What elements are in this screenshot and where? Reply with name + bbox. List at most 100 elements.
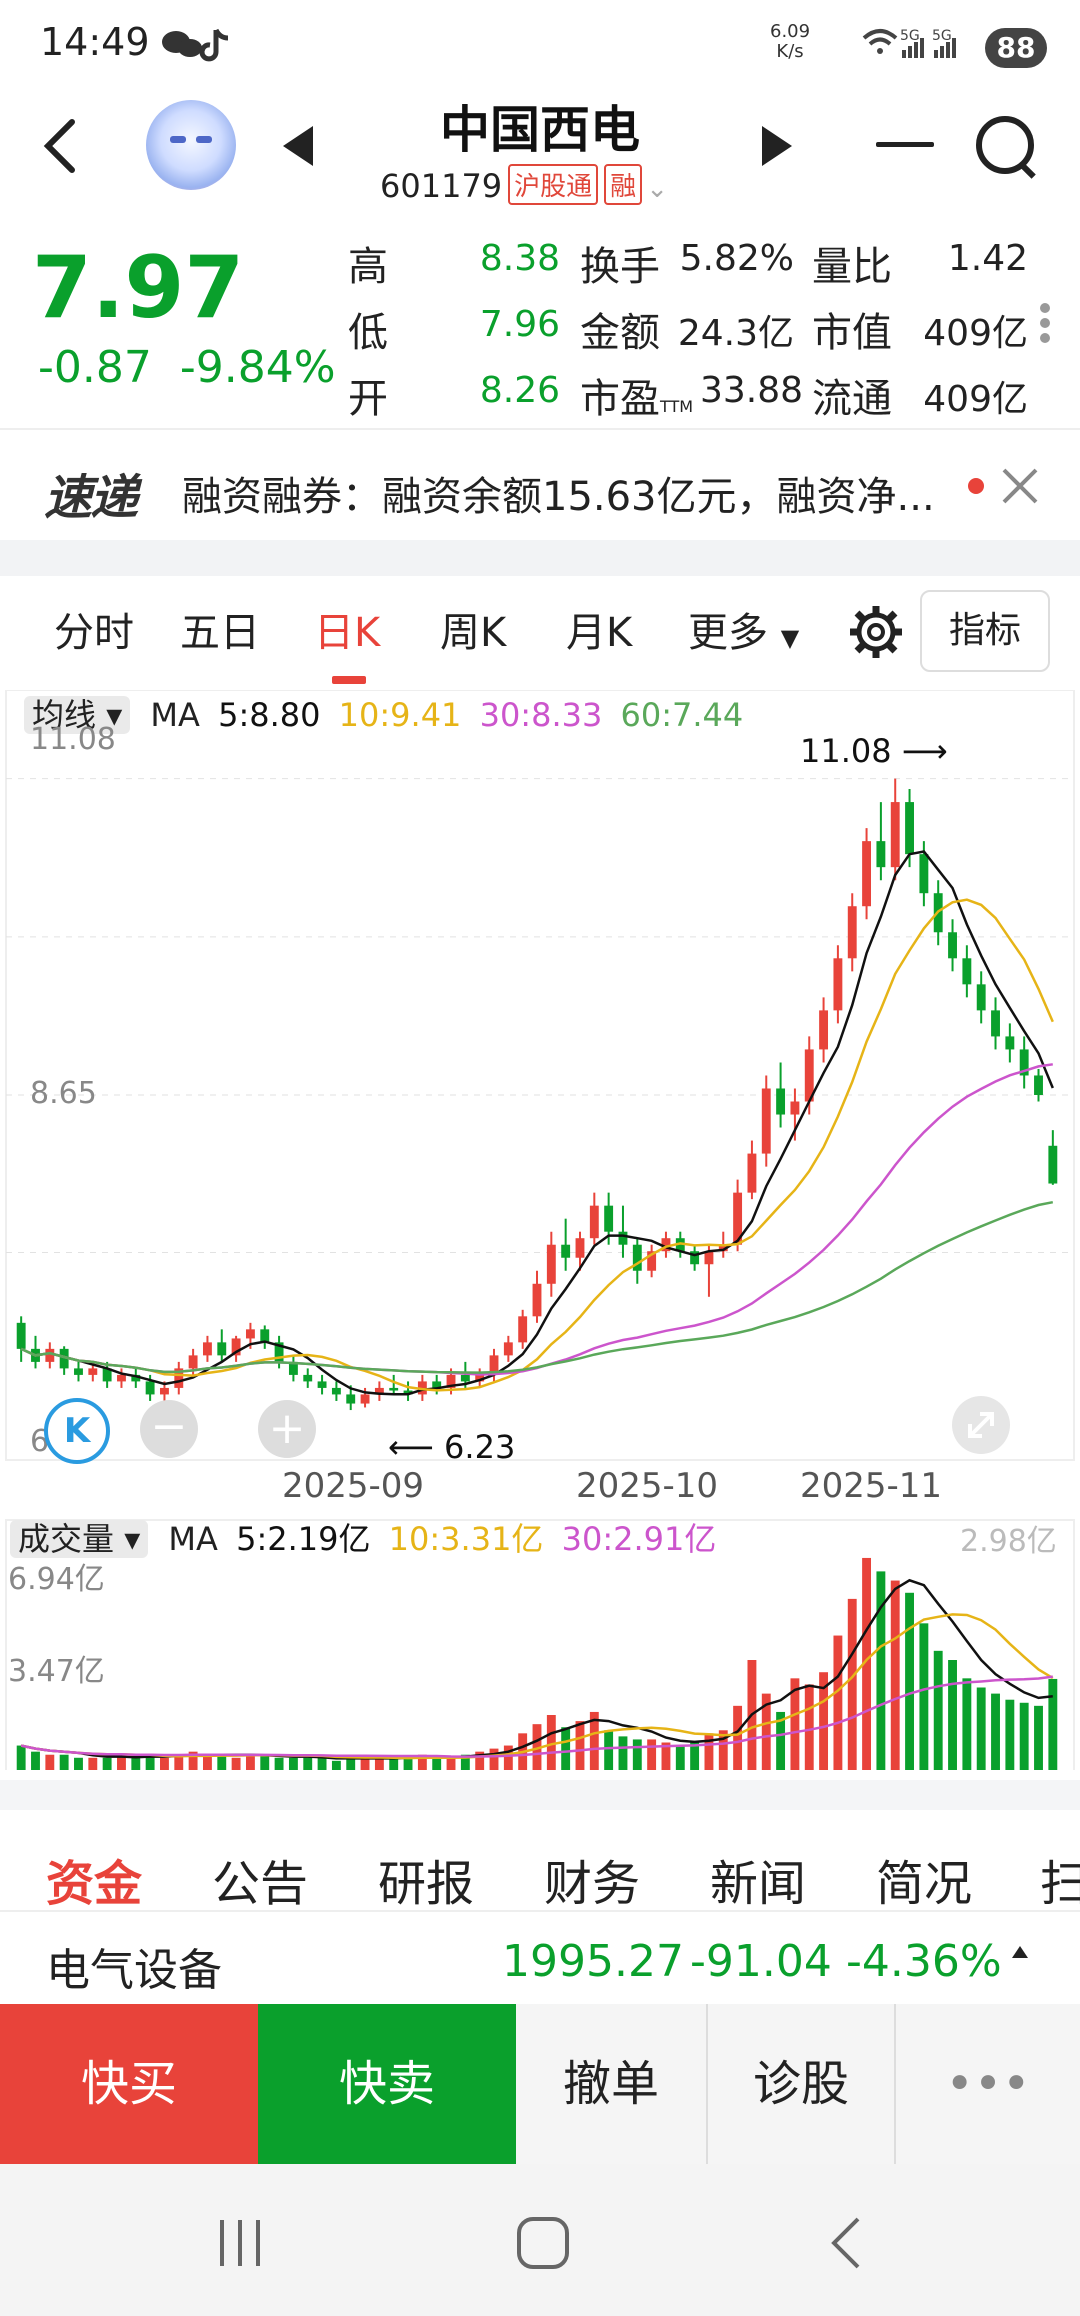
back-nav-icon[interactable]	[828, 2216, 864, 2274]
quote-label: 换手	[580, 244, 660, 290]
caret-down-icon: ▼	[780, 624, 800, 652]
caret-up-icon[interactable]	[1012, 1946, 1028, 1958]
svg-text:5G: 5G	[900, 28, 920, 44]
volume-bar	[948, 1660, 957, 1770]
candle-body	[790, 1101, 800, 1115]
volume-bar	[303, 1757, 313, 1770]
quote-value: 7.96	[479, 304, 560, 345]
gear-icon[interactable]	[848, 604, 904, 664]
wechat-icon	[162, 28, 229, 62]
close-icon[interactable]	[1000, 466, 1040, 506]
divider	[0, 428, 1080, 430]
volume-axis-mid: 3.47亿	[8, 1654, 105, 1689]
candle-body	[561, 1244, 571, 1258]
volume-bar	[331, 1760, 341, 1770]
volume-bar	[847, 1598, 857, 1770]
tab-monthly-k[interactable]: 月K	[566, 600, 632, 658]
tab-profile[interactable]: 简况	[876, 1844, 972, 1914]
volume-bar	[245, 1754, 255, 1770]
tab-funds[interactable]: 资金	[46, 1844, 142, 1914]
volume-bar	[403, 1757, 413, 1770]
minus-icon[interactable]	[876, 142, 934, 147]
volume-bar	[432, 1757, 442, 1770]
candle-body	[460, 1374, 470, 1382]
notification-icons	[160, 24, 240, 72]
candle-body	[546, 1244, 556, 1284]
k-logo-icon[interactable]: K	[44, 1398, 110, 1464]
candle-body	[217, 1342, 227, 1356]
volume-bar	[1005, 1699, 1015, 1770]
recent-apps-icon[interactable]	[216, 2218, 266, 2272]
sector-change: -91.04	[690, 1936, 832, 1987]
quick-buy-button[interactable]: 快买	[0, 2004, 258, 2164]
candle-body	[317, 1381, 327, 1388]
zoom-in-icon[interactable]: +	[258, 1400, 316, 1458]
tab-more-cut[interactable]: 扫	[1040, 1844, 1080, 1914]
fullscreen-icon[interactable]	[952, 1396, 1010, 1454]
volume-bar	[833, 1635, 843, 1770]
candle-body	[604, 1205, 614, 1232]
home-icon[interactable]	[516, 2216, 570, 2274]
volume-bar	[618, 1736, 628, 1770]
volume-bar	[905, 1592, 914, 1770]
more-actions-button[interactable]: •••	[896, 2004, 1080, 2164]
volume-bar	[890, 1580, 900, 1770]
volume-bar	[317, 1757, 327, 1770]
active-tab-indicator	[332, 676, 366, 684]
candle-body	[346, 1394, 356, 1404]
chevron-down-icon[interactable]: ⌄	[646, 174, 668, 204]
volume-axis-high: 6.94亿	[8, 1562, 105, 1597]
volume-selector[interactable]: 成交量 ▾	[10, 1520, 149, 1558]
volume-bar	[288, 1757, 298, 1770]
volume-bar	[274, 1757, 284, 1770]
candle-body	[847, 906, 857, 959]
volume-bar	[919, 1623, 929, 1770]
quick-sell-button[interactable]: 快卖	[258, 2004, 516, 2164]
candle-body	[862, 841, 872, 907]
wifi-signal-icon: 5G 5G	[862, 28, 956, 58]
kline-chart[interactable]	[0, 690, 1080, 1770]
candle-body	[747, 1153, 757, 1193]
network-speed: 6.09 K/s	[770, 21, 811, 62]
candle-body	[145, 1381, 155, 1395]
tab-announcements[interactable]: 公告	[212, 1844, 308, 1914]
candle-body	[303, 1374, 313, 1382]
quote-value: 8.26	[479, 370, 560, 411]
zoom-out-icon[interactable]: −	[140, 1400, 198, 1458]
tab-five-day[interactable]: 五日	[180, 600, 260, 658]
tab-daily-k[interactable]: 日K	[314, 600, 380, 658]
tab-more[interactable]: 更多 ▼	[688, 600, 799, 658]
volume-bar	[1048, 1678, 1058, 1770]
candle-body	[1005, 1036, 1015, 1050]
volume-bar	[1019, 1702, 1029, 1770]
battery-indicator: 88	[985, 28, 1047, 68]
indicator-button[interactable]: 指标	[920, 590, 1050, 672]
quote-value: 24.3亿	[677, 313, 794, 354]
cancel-order-button[interactable]: 撤单	[516, 2004, 706, 2164]
candle-body	[202, 1342, 212, 1356]
next-stock-arrow-icon[interactable]	[762, 126, 792, 166]
stock-code: 601179	[380, 167, 503, 205]
candle-body	[819, 1010, 829, 1050]
volume-bar	[31, 1751, 40, 1770]
quote-value: 5.82%	[679, 238, 794, 279]
tab-intraday[interactable]: 分时	[54, 600, 134, 658]
sector-change-pct: -4.36%	[846, 1936, 1002, 1987]
more-vertical-icon[interactable]	[1040, 298, 1050, 348]
volume-bar	[217, 1754, 227, 1770]
tab-news[interactable]: 新闻	[710, 1844, 806, 1914]
tab-weekly-k[interactable]: 周K	[440, 600, 506, 658]
candle-body	[117, 1374, 126, 1382]
candle-body	[1048, 1145, 1058, 1184]
candle-body	[618, 1231, 628, 1245]
candle-body	[589, 1205, 599, 1239]
diagnose-button[interactable]: 诊股	[708, 2004, 894, 2164]
sector-name[interactable]: 电气设备	[46, 1934, 222, 1998]
quote-value: 409亿	[923, 313, 1028, 354]
ticker-logo: 速递	[44, 470, 138, 526]
search-icon[interactable]	[976, 116, 1034, 174]
tab-finance[interactable]: 财务	[544, 1844, 640, 1914]
tab-research[interactable]: 研报	[378, 1844, 474, 1914]
news-ticker[interactable]: 融资融券：融资余额15.63亿元，融资净...	[182, 464, 942, 522]
margin-tag: 融	[604, 164, 643, 205]
